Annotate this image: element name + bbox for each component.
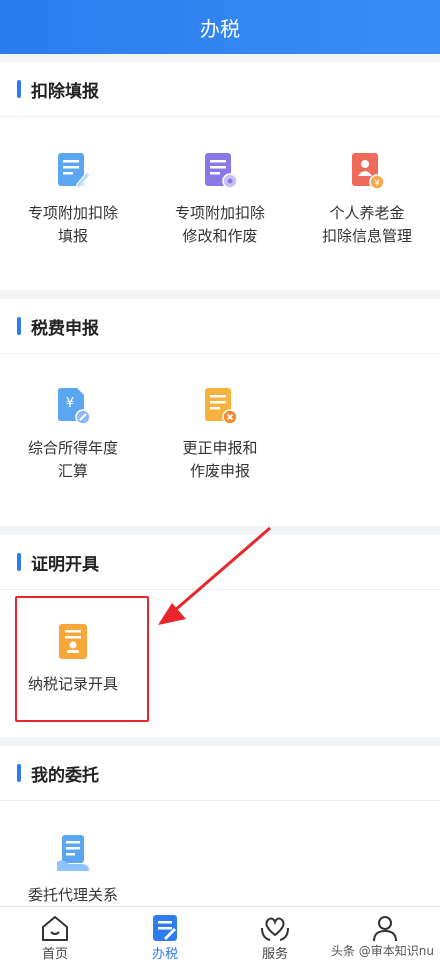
highlight-box [15,596,149,722]
item-label-line1: 更正申报和 [182,439,258,457]
user-icon [373,916,397,942]
section-title: 证明开具 [31,554,99,575]
annual-settlement-button[interactable]: ¥ 综合所得年度 汇算 [0,387,146,483]
tab-label: 服务 [261,947,288,962]
item-label-line1: 个人养老金 [329,204,405,222]
tab-tax[interactable]: 办税 [110,907,220,968]
yuan-document-icon: ¥ [58,388,91,425]
section-tax-declaration: 税费申报 ¥ 综合所得年度 汇算 更正申报和 作废申报 [0,299,440,526]
section-my-entrust: 我的委托 委托代理关系 [0,746,440,906]
deduction-fill-button[interactable]: 专项附加扣除 填报 [0,152,146,248]
pension-deduction-button[interactable]: ¥ 个人养老金 扣除信息管理 [294,152,440,248]
item-label-line2: 扣除信息管理 [321,227,412,245]
section-marker [17,80,21,98]
section-title: 我的委托 [31,765,99,786]
item-label-line2: 修改和作废 [182,227,258,245]
section-marker [17,553,21,571]
app-header: 办税 [0,0,440,54]
item-label-line1: 专项附加扣除 [174,204,265,222]
document-edit-icon [58,153,91,189]
document-cancel-icon [205,388,238,425]
document-gear-icon [205,153,238,189]
tax-document-icon [153,915,177,941]
item-label-line2: 汇算 [57,462,88,480]
svg-text:¥: ¥ [66,396,74,411]
item-label-line2: 作废申报 [189,462,250,480]
home-icon [42,916,68,941]
tab-home[interactable]: 首页 [0,907,110,968]
svg-text:¥: ¥ [374,179,380,189]
entrust-document-icon [57,835,89,871]
section-deduction-filing: 扣除填报 专项附加扣除 填报 专项附加扣除 修改和作废 ¥ 个人养老金 扣除信息… [0,62,440,290]
entrust-relation-button[interactable]: 委托代理关系 [0,834,146,907]
tab-service[interactable]: 服务 [220,907,330,968]
item-label-line2: 填报 [57,227,88,245]
item-label-line1: 综合所得年度 [27,439,118,457]
pension-document-icon: ¥ [352,153,385,190]
deduction-modify-button[interactable]: 专项附加扣除 修改和作废 [147,152,293,248]
section-title: 扣除填报 [31,81,99,102]
annotation-arrow-icon [158,526,271,625]
page-title: 办税 [200,16,240,41]
tab-label: 办税 [151,947,178,962]
item-label-line1: 委托代理关系 [27,886,118,904]
section-title: 税费申报 [31,318,99,339]
section-marker [17,317,21,335]
correct-declaration-button[interactable]: 更正申报和 作废申报 [147,387,293,483]
heart-hands-icon [261,917,289,941]
item-label-line1: 专项附加扣除 [27,204,118,222]
watermark-text: 头条 @审本知识nu [330,942,434,959]
tab-label: 首页 [41,947,68,962]
section-marker [17,764,21,782]
